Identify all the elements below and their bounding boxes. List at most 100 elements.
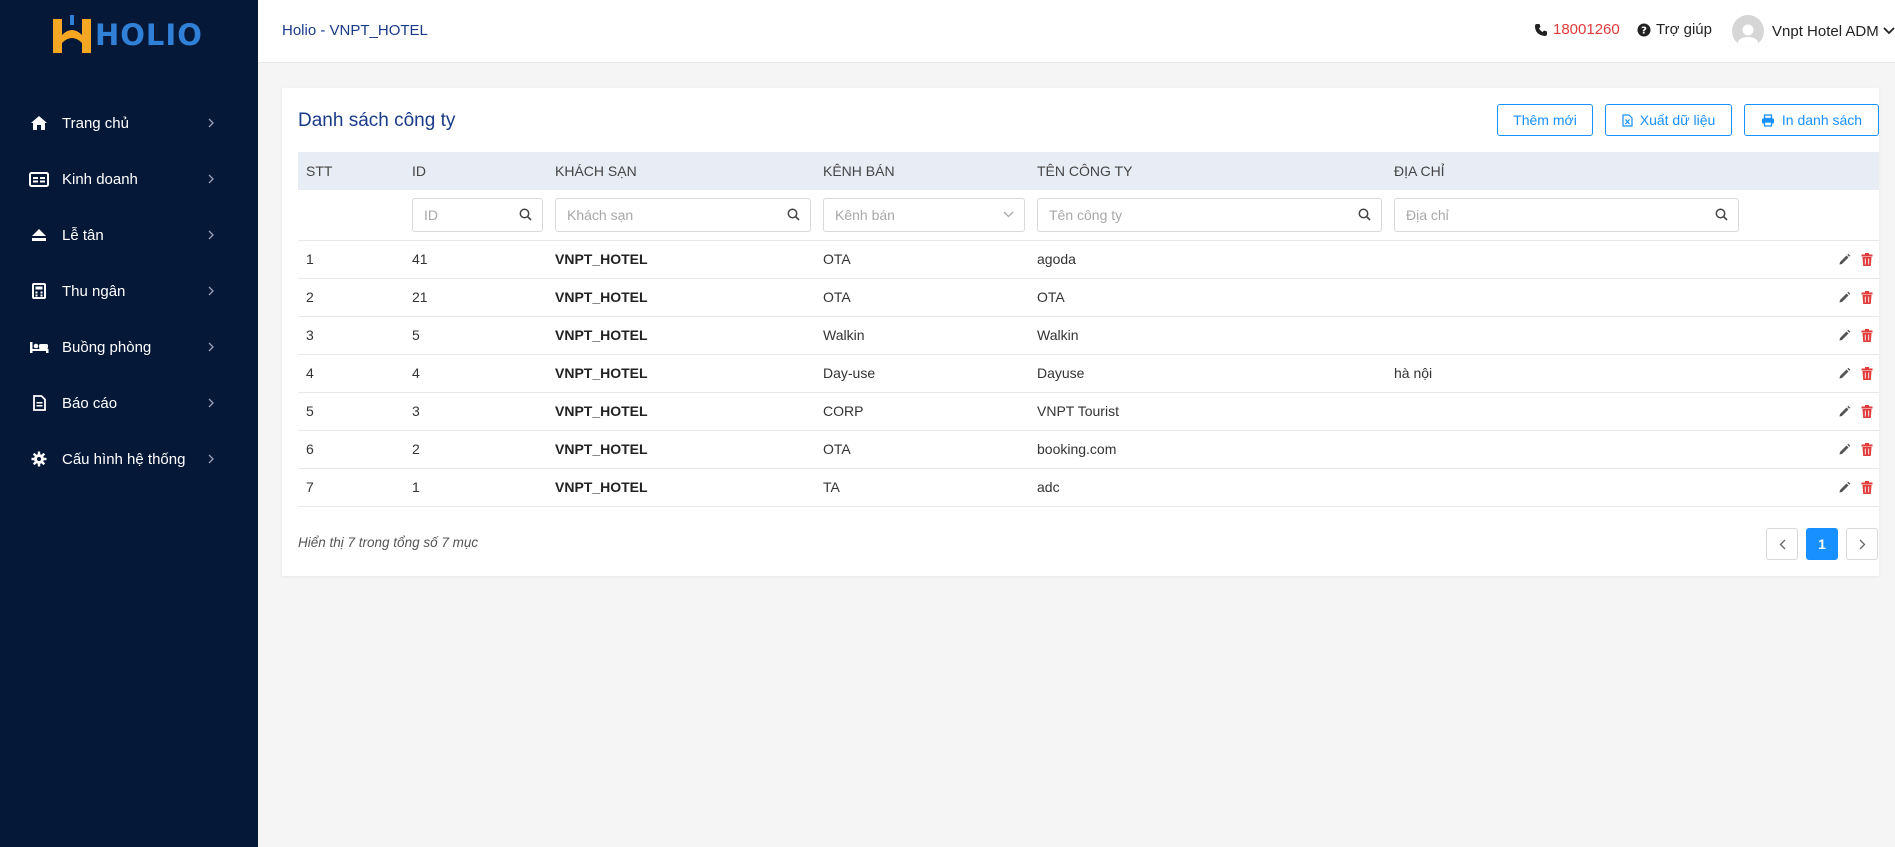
delete-trash-icon[interactable]	[1861, 290, 1873, 304]
export-button[interactable]: Xuất dữ liệu	[1605, 104, 1732, 136]
avatar	[1732, 15, 1764, 47]
cell-company: agoda	[1037, 240, 1394, 279]
column-header-address[interactable]: ĐỊA CHỈ	[1394, 152, 1834, 190]
sidebar-item-kinh-doanh[interactable]: Kinh doanh	[0, 151, 258, 207]
chevron-left-icon	[1779, 539, 1785, 549]
company-filter-input[interactable]: Tên công ty	[1037, 197, 1382, 232]
cell-address	[1394, 240, 1834, 279]
sidebar-item-bao-cao[interactable]: Báo cáo	[0, 375, 258, 431]
table-row[interactable]: 3 5 VNPT_HOTEL Walkin Walkin	[298, 316, 1879, 355]
search-icon	[787, 208, 800, 221]
edit-pencil-icon[interactable]	[1838, 481, 1851, 494]
cell-id: 41	[412, 240, 555, 279]
table-row[interactable]: 2 21 VNPT_HOTEL OTA OTA	[298, 278, 1879, 317]
chevron-right-icon	[208, 398, 218, 408]
file-excel-icon	[1622, 113, 1633, 127]
chevron-right-icon	[1859, 539, 1865, 549]
cell-stt: 3	[298, 316, 412, 355]
add-new-button[interactable]: Thêm mới	[1497, 104, 1593, 136]
column-header-stt[interactable]: STT	[298, 152, 412, 190]
print-button[interactable]: In danh sách	[1744, 104, 1879, 136]
logo[interactable]: HOLIO	[51, 14, 203, 56]
pagination-summary: Hiển thị 7 trong tổng số 7 mục	[298, 535, 479, 550]
top-header: Holio - VNPT_HOTEL 18001260 ? Trợ giúp V…	[258, 0, 1895, 63]
column-header-channel[interactable]: KÊNH BÁN	[823, 152, 1037, 190]
cell-id: 1	[412, 468, 555, 507]
column-header-hotel[interactable]: KHÁCH SẠN	[555, 152, 823, 190]
edit-pencil-icon[interactable]	[1838, 291, 1851, 304]
cell-stt: 2	[298, 278, 412, 317]
cell-id: 5	[412, 316, 555, 355]
table-row[interactable]: 5 3 VNPT_HOTEL CORP VNPT Tourist	[298, 392, 1879, 431]
question-circle-icon: ?	[1637, 23, 1651, 36]
filter-row: ID Khách sạn Kênh bán Tên công ty Địa ch…	[298, 190, 1879, 241]
edit-pencil-icon[interactable]	[1838, 329, 1851, 342]
cell-channel: OTA	[823, 278, 1037, 317]
hotline-link[interactable]: 18001260	[1534, 21, 1620, 38]
cell-address	[1394, 278, 1834, 317]
chevron-down-icon	[1883, 27, 1895, 35]
cell-channel: Day-use	[823, 354, 1037, 393]
id-filter-placeholder: ID	[424, 206, 438, 223]
company-filter-placeholder: Tên công ty	[1049, 206, 1123, 223]
cell-address	[1394, 468, 1834, 507]
cell-hotel: VNPT_HOTEL	[555, 430, 823, 469]
prev-page-button[interactable]	[1766, 528, 1798, 560]
help-label: Trợ giúp	[1656, 21, 1712, 38]
cell-id: 3	[412, 392, 555, 431]
cell-address: hà nội	[1394, 354, 1834, 393]
hotel-filter-input[interactable]: Khách sạn	[555, 197, 811, 232]
delete-trash-icon[interactable]	[1861, 480, 1873, 494]
sidebar-item-buong-phong[interactable]: Buồng phòng	[0, 319, 258, 375]
edit-pencil-icon[interactable]	[1838, 367, 1851, 380]
delete-trash-icon[interactable]	[1861, 442, 1873, 456]
column-header-id[interactable]: ID	[412, 152, 555, 190]
document-icon	[29, 393, 49, 413]
printer-icon	[1761, 113, 1774, 127]
channel-filter-select[interactable]: Kênh bán	[823, 197, 1025, 232]
id-card-icon	[29, 169, 49, 189]
sidebar-item-label: Cấu hình hệ thống	[62, 450, 186, 468]
sidebar-item-label: Kinh doanh	[62, 170, 138, 188]
id-filter-input[interactable]: ID	[412, 197, 543, 232]
delete-trash-icon[interactable]	[1861, 252, 1873, 266]
edit-pencil-icon[interactable]	[1838, 443, 1851, 456]
chevron-right-icon	[208, 342, 218, 352]
sidebar-item-thu-ngan[interactable]: Thu ngân	[0, 263, 258, 319]
edit-pencil-icon[interactable]	[1838, 253, 1851, 266]
address-filter-input[interactable]: Địa chỉ	[1394, 197, 1739, 232]
page-1-button[interactable]: 1	[1806, 528, 1838, 560]
user-menu[interactable]: Vnpt Hotel ADM	[1732, 15, 1895, 47]
cell-hotel: VNPT_HOTEL	[555, 316, 823, 355]
cell-company: VNPT Tourist	[1037, 392, 1394, 431]
sidebar-item-cau-hinh[interactable]: Cấu hình hệ thống	[0, 431, 258, 487]
edit-pencil-icon[interactable]	[1838, 405, 1851, 418]
cell-company: Dayuse	[1037, 354, 1394, 393]
cell-stt: 1	[298, 240, 412, 279]
table-row[interactable]: 7 1 VNPT_HOTEL TA adc	[298, 468, 1879, 507]
sidebar-item-le-tan[interactable]: Lễ tân	[0, 207, 258, 263]
breadcrumb[interactable]: Holio - VNPT_HOTEL	[282, 22, 428, 39]
help-link[interactable]: ? Trợ giúp	[1637, 21, 1712, 38]
svg-text:?: ?	[1641, 25, 1647, 36]
search-icon	[1715, 208, 1728, 221]
chevron-right-icon	[208, 286, 218, 296]
brand-name: HOLIO	[95, 18, 203, 52]
chevron-right-icon	[208, 454, 218, 464]
cell-id: 21	[412, 278, 555, 317]
next-page-button[interactable]	[1846, 528, 1878, 560]
table-header-row: STT ID KHÁCH SẠN KÊNH BÁN TÊN CÔNG TY ĐỊ…	[298, 152, 1879, 190]
sidebar-item-label: Lễ tân	[62, 226, 104, 244]
table-row[interactable]: 6 2 VNPT_HOTEL OTA booking.com	[298, 430, 1879, 469]
table-row[interactable]: 1 41 VNPT_HOTEL OTA agoda	[298, 240, 1879, 279]
column-header-company[interactable]: TÊN CÔNG TY	[1037, 152, 1394, 190]
sidebar-item-label: Buồng phòng	[62, 338, 152, 356]
delete-trash-icon[interactable]	[1861, 404, 1873, 418]
sidebar-nav: Trang chủ Kinh doanh Lễ tân Thu ngân Buồ…	[0, 95, 258, 487]
table-row[interactable]: 4 4 VNPT_HOTEL Day-use Dayuse hà nội	[298, 354, 1879, 393]
cell-address	[1394, 430, 1834, 469]
cell-channel: Walkin	[823, 316, 1037, 355]
delete-trash-icon[interactable]	[1861, 328, 1873, 342]
sidebar-item-trang-chu[interactable]: Trang chủ	[0, 95, 258, 151]
delete-trash-icon[interactable]	[1861, 366, 1873, 380]
